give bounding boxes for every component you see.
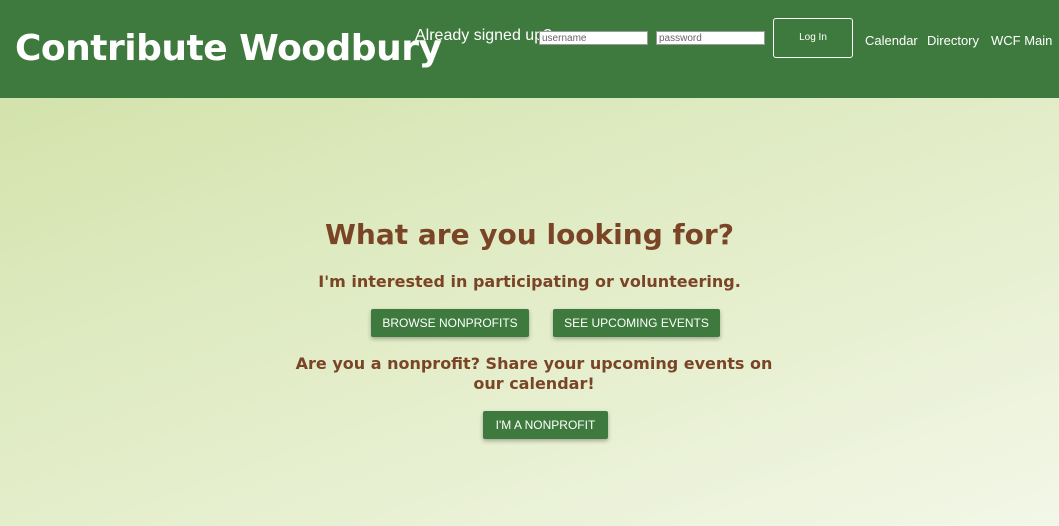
browse-nonprofits-button[interactable]: BROWSE NONPROFITS: [371, 309, 529, 337]
see-upcoming-events-button[interactable]: SEE UPCOMING EVENTS: [553, 309, 720, 337]
signin-label: Already signed up?: [415, 27, 552, 44]
nav-link-directory[interactable]: Directory: [927, 33, 979, 48]
site-title[interactable]: Contribute Woodbury: [15, 26, 442, 72]
site-header: Contribute Woodbury Already signed up? L…: [0, 0, 1059, 98]
participate-text: I'm interested in participating or volun…: [318, 272, 741, 291]
nonprofit-prompt-text: Are you a nonprofit? Share your upcoming…: [295, 354, 773, 393]
page-heading: What are you looking for?: [325, 218, 734, 251]
password-input[interactable]: [656, 31, 765, 45]
nav-link-calendar[interactable]: Calendar: [865, 33, 918, 48]
nav-link-wcf-main[interactable]: WCF Main: [991, 33, 1052, 48]
im-a-nonprofit-button[interactable]: I'M A NONPROFIT: [483, 411, 608, 439]
main-content: What are you looking for? I'm interested…: [0, 98, 1059, 526]
login-button[interactable]: Log In: [773, 18, 853, 58]
username-input[interactable]: [539, 31, 648, 45]
